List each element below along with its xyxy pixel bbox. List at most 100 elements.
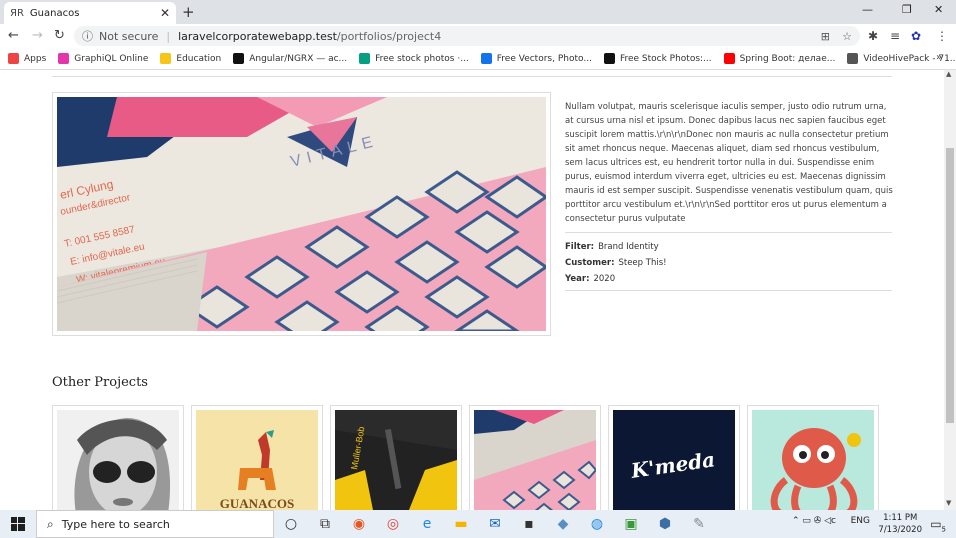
project-thumb-woman[interactable] — [52, 405, 184, 510]
woman-illustration — [57, 410, 179, 510]
maximize-icon[interactable]: ❐ — [902, 3, 912, 16]
bookmarks-bar: Apps GraphiQL Online Education Angular/NGRX… — [0, 48, 956, 70]
bookmark-favicon-icon — [58, 53, 70, 64]
tab-close-icon[interactable]: ✕ — [160, 6, 170, 20]
bookmark-label: Apps — [24, 53, 47, 64]
project-thumb-cards[interactable]: Muller-Bob — [330, 405, 462, 510]
scroll-down-icon[interactable]: ▼ — [946, 499, 951, 507]
year-value: 2020 — [593, 274, 616, 284]
info-icon[interactable]: ⓘ — [82, 28, 93, 44]
other-projects-grid: GUANACOS Muller-Bob K'meda — [52, 405, 886, 510]
back-icon[interactable]: ← — [8, 28, 19, 43]
project-main-image: VITALE erl Cylung ounder&director T: 001… — [52, 92, 551, 349]
bookmark-item[interactable]: Spring Boot: делае... — [723, 53, 836, 64]
bookmark-item[interactable]: Free Vectors, Photo... — [480, 53, 592, 64]
scrollbar-thumb[interactable] — [946, 148, 954, 423]
browser-app-icon[interactable]: ◍ — [580, 516, 614, 532]
windows-logo-icon — [11, 517, 25, 531]
filter-value: Brand Identity — [598, 242, 659, 252]
clock-date: 7/13/2020 — [878, 525, 922, 535]
bookmark-item[interactable]: GraphiQL Online — [58, 53, 148, 64]
reload-icon[interactable]: ↻ — [54, 28, 65, 43]
start-button[interactable] — [0, 517, 36, 531]
app-icon[interactable]: ◆ — [546, 516, 580, 532]
translate-icon[interactable]: ⊞ — [821, 30, 830, 43]
divider — [565, 290, 892, 291]
vitale-cards-small — [474, 410, 596, 510]
project-year: Year: 2020 — [565, 274, 615, 284]
bookmark-favicon-icon — [160, 53, 172, 64]
bookmark-favicon-icon — [723, 53, 735, 64]
file-explorer-icon[interactable]: ▬ — [444, 516, 478, 532]
system-clock[interactable]: 1:11 PM 7/13/2020 — [878, 512, 922, 536]
system-tray-icons[interactable]: ⌃ ▭ ✇ ◁ⅽ — [792, 516, 836, 526]
language-indicator[interactable]: ENG — [851, 516, 870, 526]
terminal-icon[interactable]: ▪ — [512, 516, 546, 532]
project-customer: Customer: Steep This! — [565, 258, 667, 268]
bookmark-label: GraphiQL Online — [74, 53, 149, 64]
edge-icon[interactable]: e — [410, 516, 444, 532]
bookmark-label: Education — [176, 53, 222, 64]
window-close-icon[interactable]: ✕ — [934, 3, 943, 16]
address-bar[interactable]: ⓘ Not secure | laravelcorporatewebapp.te… — [74, 26, 860, 46]
kmeda-logo: K'meda — [613, 410, 735, 510]
project-thumb-octopus[interactable] — [747, 405, 879, 510]
search-icon: ⌕ — [47, 516, 54, 531]
other-projects-heading: Other Projects — [52, 375, 148, 390]
taskbar-search[interactable]: ⌕ Type here to search — [36, 510, 274, 538]
forward-icon[interactable]: → — [32, 28, 43, 43]
bookmark-star-icon[interactable]: ☆ — [842, 30, 852, 43]
bookmark-item[interactable]: Free stock photos ·... — [359, 53, 469, 64]
bookmark-item[interactable]: Angular/NGRX — ас... — [233, 53, 347, 64]
ubuntu-icon[interactable]: ◉ — [342, 516, 376, 532]
customer-label: Customer: — [565, 258, 615, 268]
filter-label: Filter: — [565, 242, 595, 252]
notification-count: 5 — [941, 525, 946, 534]
menu-icon[interactable]: ⋮ — [936, 29, 948, 43]
chrome-icon[interactable]: ◎ — [376, 516, 410, 532]
project-thumb-vitale[interactable] — [469, 405, 601, 510]
bookmark-label: Spring Boot: делае... — [739, 53, 836, 64]
new-tab-icon[interactable]: + — [182, 3, 195, 21]
browser-toolbar: ← → ↻ ⓘ Not secure | laravelcorporateweb… — [0, 24, 956, 48]
page-content: VITALE erl Cylung ounder&director T: 001… — [0, 70, 944, 510]
site-favicon-icon: ЯR — [10, 7, 24, 19]
extensions-icon[interactable]: ✱ — [868, 29, 878, 43]
tools-icon[interactable]: ✎ — [682, 516, 716, 532]
tab-strip: ЯR Guanacos ✕ + — ❐ ✕ — [0, 0, 956, 24]
bookmark-item[interactable]: Education — [160, 53, 221, 64]
virtualbox-icon[interactable]: ⬢ — [648, 516, 682, 532]
page-scrollbar[interactable]: ▲ ▼ — [944, 70, 956, 510]
url-path: /portfolios/project4 — [336, 29, 442, 43]
media-icon[interactable]: ≡ — [890, 29, 900, 43]
scroll-up-icon[interactable]: ▲ — [946, 70, 951, 78]
profile-icon[interactable]: ✿ — [911, 29, 921, 43]
octopus-illustration — [752, 410, 874, 510]
bookmark-label: Angular/NGRX — ас... — [249, 53, 348, 64]
bookmark-item[interactable]: Apps — [8, 53, 46, 64]
bookmark-label: Free Vectors, Photo... — [496, 53, 592, 64]
bookmark-favicon-icon — [480, 53, 492, 64]
nodejs-icon[interactable]: ▣ — [614, 516, 648, 532]
project-thumb-kmeda[interactable]: K'meda — [608, 405, 740, 510]
guanacos-logo: GUANACOS — [196, 410, 318, 510]
muller-bob-cards: Muller-Bob — [335, 410, 457, 510]
customer-value: Steep This! — [618, 258, 667, 268]
divider — [565, 232, 892, 233]
project-description: Nullam volutpat, mauris scelerisque iacu… — [565, 102, 893, 224]
mail-icon[interactable]: ✉ — [478, 516, 512, 532]
tab-guanacos[interactable]: ЯR Guanacos ✕ — [4, 2, 176, 24]
search-placeholder: Type here to search — [61, 517, 170, 531]
project-filter: Filter: Brand Identity — [565, 242, 659, 252]
project-thumb-guanacos[interactable]: GUANACOS — [191, 405, 323, 510]
notification-icon[interactable]: ▭5 — [930, 517, 946, 533]
security-label: Not secure — [99, 29, 159, 43]
cortana-icon[interactable]: ○ — [274, 516, 308, 532]
url-separator: | — [166, 29, 171, 43]
minimize-icon[interactable]: — — [862, 3, 873, 16]
bookmark-label: Free stock photos ·... — [375, 53, 469, 64]
task-view-icon[interactable]: ⧉ — [308, 516, 342, 532]
url-host: laravelcorporatewebapp.test — [178, 29, 337, 43]
bookmark-item[interactable]: Free Stock Photos:... — [603, 53, 712, 64]
bookmarks-overflow-icon[interactable]: » — [936, 52, 942, 63]
